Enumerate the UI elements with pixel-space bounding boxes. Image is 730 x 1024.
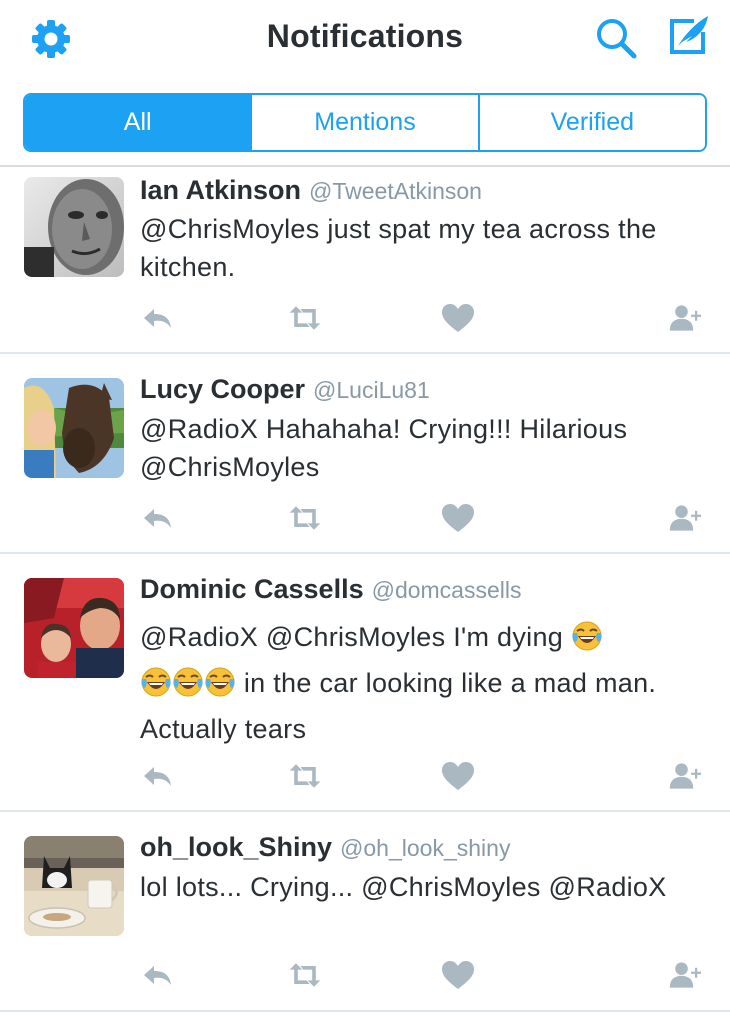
user-name[interactable]: oh_look_Shiny [140, 832, 332, 862]
retweet-icon[interactable] [287, 759, 323, 793]
tears-of-joy-emoji-icon [571, 620, 603, 652]
tweet-text: @RadioX Hahahaha! Crying!!! Hilarious @C… [140, 414, 628, 482]
avatar[interactable] [24, 378, 124, 478]
like-icon[interactable] [440, 759, 476, 793]
user-name[interactable]: Dominic Cassells [140, 574, 364, 604]
tweet-divider [0, 1010, 730, 1012]
tweet-item[interactable]: Dominic Cassells @domcassells @RadioX @Ch… [0, 554, 730, 812]
user-handle[interactable]: @LuciLu81 [313, 377, 430, 403]
tweet-actions [0, 301, 730, 335]
avatar[interactable] [24, 177, 124, 277]
tweet-text: lol lots... Crying... @ChrisMoyles @Radi… [140, 872, 667, 902]
follow-icon[interactable] [668, 501, 704, 535]
tab-all[interactable]: All [25, 95, 251, 150]
retweet-icon[interactable] [287, 958, 323, 992]
retweet-icon[interactable] [287, 501, 323, 535]
tweet-actions [0, 958, 730, 992]
follow-icon[interactable] [668, 759, 704, 793]
compose-tweet-icon[interactable] [664, 12, 712, 60]
like-icon[interactable] [440, 301, 476, 335]
reply-icon[interactable] [140, 759, 176, 793]
tweet-text-part1: @RadioX @ChrisMoyles I'm dying [140, 622, 564, 652]
tears-of-joy-emoji-icon [204, 666, 236, 698]
user-handle[interactable]: @oh_look_shiny [340, 835, 510, 861]
tab-verified[interactable]: Verified [477, 95, 705, 150]
tweet-item[interactable]: Ian Atkinson @TweetAtkinson @ChrisMoyles … [0, 167, 730, 354]
user-name[interactable]: Lucy Cooper [140, 374, 305, 404]
avatar[interactable] [24, 836, 124, 936]
follow-icon[interactable] [668, 958, 704, 992]
retweet-icon[interactable] [287, 301, 323, 335]
avatar[interactable] [24, 578, 124, 678]
tears-of-joy-emoji-icon [140, 666, 172, 698]
tears-of-joy-emoji-icon [172, 666, 204, 698]
notification-filter-tabs: All Mentions Verified [23, 93, 707, 152]
search-icon[interactable] [594, 16, 638, 60]
tab-mentions[interactable]: Mentions [250, 95, 478, 150]
tweet-actions [0, 759, 730, 793]
user-name[interactable]: Ian Atkinson [140, 175, 301, 205]
reply-icon[interactable] [140, 301, 176, 335]
tweet-text: @RadioX @ChrisMoyles I'm dying in the ca… [140, 614, 715, 752]
tweet-item[interactable]: Lucy Cooper @LuciLu81 @RadioX Hahahaha! C… [0, 354, 730, 554]
like-icon[interactable] [440, 958, 476, 992]
user-handle[interactable]: @domcassells [372, 577, 522, 603]
tweet-actions [0, 501, 730, 535]
reply-icon[interactable] [140, 501, 176, 535]
follow-icon[interactable] [668, 301, 704, 335]
user-handle[interactable]: @TweetAtkinson [309, 178, 482, 204]
reply-icon[interactable] [140, 958, 176, 992]
tweet-item[interactable]: oh_look_Shiny @oh_look_shiny lol lots... … [0, 812, 730, 1012]
tweet-text: @ChrisMoyles just spat my tea across the… [140, 214, 657, 282]
like-icon[interactable] [440, 501, 476, 535]
top-bar: Notifications [0, 0, 730, 80]
